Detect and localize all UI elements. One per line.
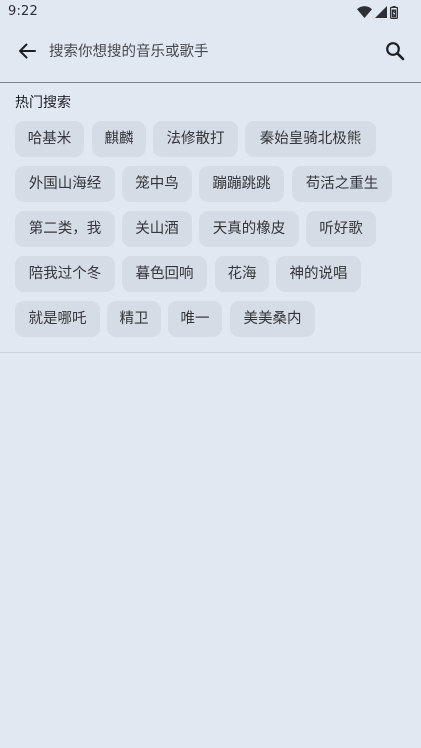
search-icon <box>385 41 405 65</box>
header-divider <box>0 82 421 83</box>
cellular-signal-icon <box>375 6 387 18</box>
search-input[interactable] <box>49 38 369 66</box>
hot-search-chip[interactable]: 哈基米 <box>15 121 84 157</box>
hot-search-chip[interactable]: 笼中鸟 <box>122 166 192 202</box>
hot-search-chip[interactable]: 天真的橡皮 <box>199 211 299 247</box>
hot-search-chip[interactable]: 外国山海经 <box>15 166 115 202</box>
hot-search-chip[interactable]: 秦始皇骑北极熊 <box>245 121 376 157</box>
hot-search-chip[interactable]: 第二类，我 <box>15 211 115 247</box>
search-button[interactable] <box>376 34 414 72</box>
hot-search-chip[interactable]: 麒麟 <box>92 121 146 157</box>
status-icons <box>357 5 398 19</box>
status-bar: 9:22 <box>0 0 421 24</box>
hot-search-chip[interactable]: 蹦蹦跳跳 <box>199 166 284 202</box>
hot-search-title: 热门搜索 <box>15 95 71 111</box>
battery-icon <box>390 5 398 19</box>
hot-search-chip[interactable]: 苟活之重生 <box>292 166 392 202</box>
back-button[interactable] <box>8 34 46 72</box>
hot-search-chip[interactable]: 唯一 <box>168 301 222 337</box>
hot-search-chip[interactable]: 就是哪吒 <box>15 301 100 337</box>
hot-search-chip[interactable]: 美美桑内 <box>230 301 315 337</box>
hot-search-chip[interactable]: 精卫 <box>107 301 161 337</box>
hot-search-chip[interactable]: 陪我过个冬 <box>15 256 115 292</box>
status-time: 9:22 <box>8 4 38 19</box>
hot-search-chip[interactable]: 暮色回响 <box>122 256 207 292</box>
hot-search-chip[interactable]: 关山酒 <box>122 211 192 247</box>
arrow-left-icon <box>17 41 37 65</box>
search-header <box>0 24 421 82</box>
hot-search-chip[interactable]: 听好歌 <box>306 211 376 247</box>
section-divider <box>0 352 421 353</box>
hot-search-chip[interactable]: 花海 <box>215 256 269 292</box>
wifi-icon <box>357 6 372 18</box>
hot-search-chip[interactable]: 神的说唱 <box>276 256 361 292</box>
hot-search-chip[interactable]: 法修散打 <box>153 121 238 157</box>
